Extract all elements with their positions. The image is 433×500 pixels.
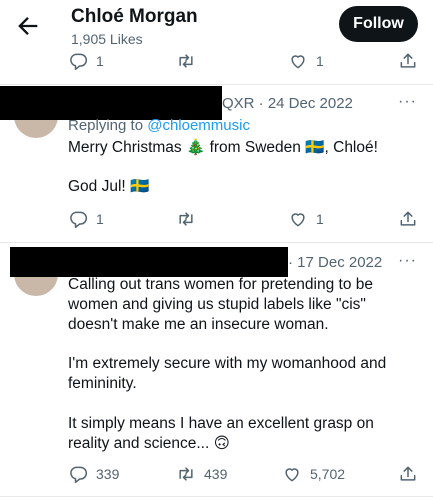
- retweet-count: 439: [204, 466, 228, 482]
- tweet-actions: 1 1: [0, 51, 433, 75]
- replying-to: Replying to @chloemmusic: [68, 117, 250, 134]
- divider: [0, 242, 433, 243]
- replying-handle-link[interactable]: @chloemmusic: [147, 117, 250, 134]
- tweet-handle-date: QXR · 24 Dec 2022: [222, 95, 353, 112]
- likes-count: 1,905 Likes: [71, 31, 143, 47]
- reply-button[interactable]: 339: [68, 464, 119, 484]
- like-count: 5,702: [310, 466, 346, 482]
- divider: [0, 84, 433, 85]
- tweet-text: Merry Christmas 🎄 from Sweden 🇸🇪, Chloé!: [68, 139, 378, 156]
- reply-button[interactable]: 1: [68, 51, 104, 71]
- tweet-date: · 17 Dec 2022: [288, 254, 383, 271]
- like-icon: [291, 213, 305, 227]
- tweet-text: Calling out trans women for pretending t…: [68, 276, 374, 333]
- like-icon: [291, 55, 305, 69]
- retweet-icon: [179, 467, 193, 481]
- reply-icon: [70, 211, 88, 229]
- retweet-icon: [179, 212, 193, 226]
- retweet-button[interactable]: [176, 51, 196, 71]
- tweet-actions: 1 1: [0, 209, 433, 233]
- divider: [0, 496, 433, 497]
- more-icon[interactable]: ···: [398, 252, 417, 270]
- retweet-button[interactable]: [176, 209, 196, 229]
- tweet-text: I'm extremely secure with my womanhood a…: [68, 355, 387, 392]
- share-button[interactable]: [398, 209, 418, 229]
- share-icon: [400, 466, 416, 481]
- share-icon: [400, 211, 416, 226]
- share-button[interactable]: [398, 51, 418, 71]
- tweet-text: God Jul! 🇸🇪: [68, 178, 150, 195]
- retweet-icon: [179, 54, 193, 68]
- reply-count: 339: [96, 466, 120, 482]
- like-count: 1: [316, 53, 324, 69]
- like-count: 1: [316, 211, 324, 227]
- tweet-text: It simply means I have an excellent gras…: [68, 415, 374, 452]
- share-icon: [400, 53, 416, 68]
- reply-count: 1: [96, 53, 104, 69]
- reply-icon: [70, 53, 88, 71]
- like-icon: [285, 468, 299, 482]
- redaction-block: [0, 86, 222, 120]
- page-title: Chloé Morgan: [71, 6, 198, 27]
- reply-icon: [70, 466, 88, 484]
- back-arrow-icon[interactable]: [14, 12, 42, 40]
- reply-count: 1: [96, 211, 104, 227]
- retweet-button[interactable]: 439: [176, 464, 227, 484]
- like-button[interactable]: 1: [288, 209, 324, 229]
- redaction-block: [10, 247, 288, 277]
- reply-button[interactable]: 1: [68, 209, 104, 229]
- like-button[interactable]: 1: [288, 51, 324, 71]
- follow-button[interactable]: Follow: [339, 6, 418, 42]
- like-button[interactable]: 5,702: [282, 464, 345, 484]
- tweet-actions: 339 439 5,702: [0, 464, 433, 488]
- replying-label: Replying to: [68, 117, 148, 134]
- share-button[interactable]: [398, 464, 418, 484]
- more-icon[interactable]: ···: [398, 93, 417, 111]
